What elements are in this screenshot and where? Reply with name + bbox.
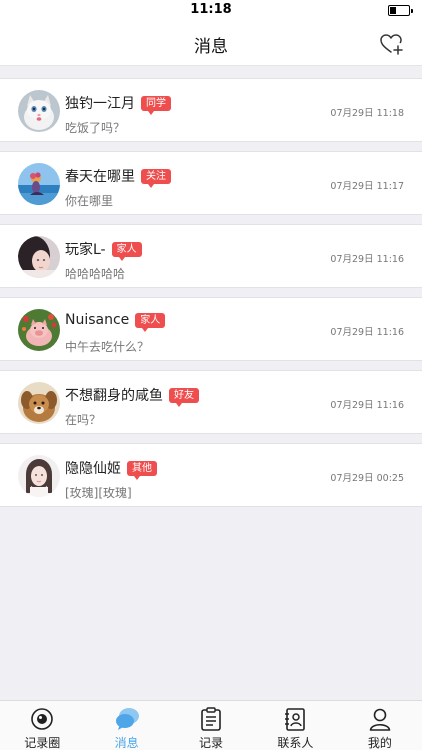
contact-name: 不想翻身的咸鱼 好友 [65,385,199,407]
message-time: 07月29日 11:16 [330,400,404,411]
contact-name-text: 独钓一江月 [65,96,135,112]
tab-mine[interactable]: 我的 [338,701,422,750]
heart-plus-icon[interactable] [378,31,404,57]
clipboard-icon [198,706,224,732]
tab-label: 我的 [367,736,392,750]
contact-name-text: 玩家L- [65,242,106,258]
tab-bar: 记录圈 消息 记录 联系人 我的 [0,700,422,750]
relation-tag: 其他 [127,460,157,480]
dog-avatar [18,382,60,424]
conversation-row[interactable]: Nuisance 家人 中午去吃什么？ 07月29日 11:16 [0,297,422,361]
relation-tag: 好友 [169,387,199,407]
conversation-row[interactable]: 独钓一江月 同学 吃饭了吗？ 07月29日 11:18 [0,78,422,142]
tab-label: 联系人 [277,736,314,750]
last-message: 哈哈哈哈哈 [65,267,126,281]
chat-bubble-icon [114,706,140,732]
last-message: 中午去吃什么？ [65,340,150,354]
contact-name-text: 隐隐仙姬 [65,461,121,477]
status-time: 11:18 [190,2,232,17]
last-message: [玫瑰][玫瑰] [65,486,132,500]
message-time: 07月29日 00:25 [330,473,404,484]
status-bar: 11:18 [0,0,422,22]
pig-avatar [18,309,60,351]
tab-label: 记录 [199,736,224,750]
last-message: 吃饭了吗？ [65,121,126,135]
contact-book-icon [282,706,308,732]
contact-name: 春天在哪里 关注 [65,166,171,188]
relation-tag: 关注 [141,168,171,188]
user-icon [367,706,393,732]
tab-contacts[interactable]: 联系人 [253,701,337,750]
relation-tag: 家人 [111,241,142,261]
contact-name-text: 春天在哪里 [65,169,135,185]
message-time: 07月29日 11:16 [330,327,404,338]
contact-name: 独钓一江月 同学 [65,93,171,115]
nav-bar: 消息 [0,22,422,66]
contact-name: 隐隐仙姬 其他 [65,458,157,480]
girl-avatar [18,236,60,278]
tab-messages[interactable]: 消息 [84,701,168,750]
last-message: 你在哪里 [65,194,114,208]
conversation-row[interactable]: 隐隐仙姬 其他 [玫瑰][玫瑰] 07月29日 00:25 [0,443,422,507]
contact-name-text: 不想翻身的咸鱼 [65,388,163,404]
tab-label: 记录圈 [24,736,61,750]
cat-avatar [18,90,60,132]
last-message: 在吗？ [65,413,102,427]
tab-label: 消息 [114,736,139,750]
relation-tag: 家人 [135,312,166,332]
record-circle-icon [29,706,55,732]
page-title: 消息 [194,37,228,57]
contact-name-text: Nuisance [65,312,130,328]
tab-records[interactable]: 记录 [169,701,253,750]
lady-avatar [18,455,60,497]
conversation-row[interactable]: 玩家L- 家人 哈哈哈哈哈 07月29日 11:16 [0,224,422,288]
conversation-row[interactable]: 春天在哪里 关注 你在哪里 07月29日 11:17 [0,151,422,215]
tab-record-circle[interactable]: 记录圈 [0,701,84,750]
contact-name: 玩家L- 家人 [65,239,142,261]
message-time: 07月29日 11:18 [330,108,404,119]
message-time: 07月29日 11:17 [330,181,404,192]
battery-icon [388,5,413,16]
message-time: 07月29日 11:16 [330,254,404,265]
conversation-list: 独钓一江月 同学 吃饭了吗？ 07月29日 11:18 春天在哪里 关注 你在哪… [0,78,422,516]
contact-name: Nuisance 家人 [65,312,166,332]
relation-tag: 同学 [141,95,171,115]
conversation-row[interactable]: 不想翻身的咸鱼 好友 在吗？ 07月29日 11:16 [0,370,422,434]
seaside-avatar [18,163,60,205]
